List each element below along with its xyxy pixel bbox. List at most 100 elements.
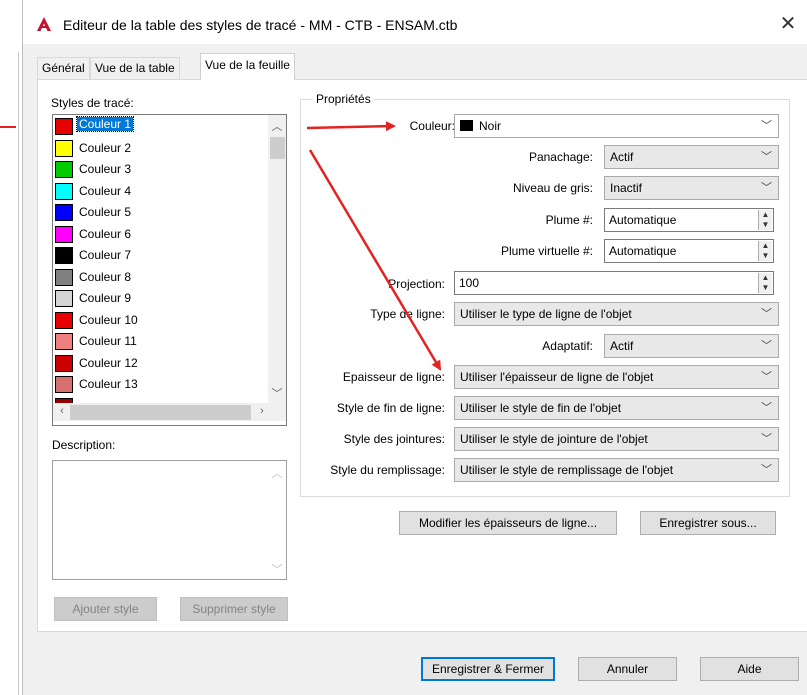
pen-number-spinner[interactable]: Automatique ▲ ▼ xyxy=(604,208,774,232)
color-swatch-icon xyxy=(55,161,73,178)
list-item-label: Couleur 10 xyxy=(79,312,138,327)
list-item[interactable]: Couleur 11 xyxy=(53,331,268,353)
fill-style-label: Style du remplissage: xyxy=(330,463,445,477)
description-scrollbar[interactable]: ︿ ﹀ xyxy=(268,461,286,579)
list-item-label: Couleur 11 xyxy=(79,334,137,348)
list-item-label: Couleur 7 xyxy=(79,248,132,262)
linetype-dropdown[interactable]: Utiliser le type de ligne de l'objet ﹀ xyxy=(454,302,779,326)
help-button[interactable]: Aide xyxy=(700,657,799,681)
chevron-down-icon[interactable]: ﹀ xyxy=(268,385,286,401)
list-item-label: Couleur 4 xyxy=(79,183,132,198)
description-textarea[interactable]: ︿ ﹀ xyxy=(52,460,287,580)
line-join-dropdown[interactable]: Utiliser le style de jointure de l'objet… xyxy=(454,427,779,451)
virtual-pen-label: Plume virtuelle #: xyxy=(500,244,593,258)
screening-spinner[interactable]: 100 ▲ ▼ xyxy=(454,271,774,295)
background-window-edge xyxy=(0,0,17,695)
pen-number-value: Automatique xyxy=(609,213,677,227)
chevron-left-icon[interactable]: ‹ xyxy=(53,405,71,417)
list-item-label: Couleur 2 xyxy=(79,140,132,155)
grayscale-value: Inactif xyxy=(610,181,643,195)
save-and-close-button[interactable]: Enregistrer & Fermer xyxy=(421,657,555,681)
list-item[interactable]: Couleur 8 xyxy=(53,267,268,289)
color-swatch-icon xyxy=(55,225,73,243)
save-as-button[interactable]: Enregistrer sous... xyxy=(640,511,776,535)
list-item[interactable]: Couleur 13 xyxy=(53,374,268,396)
line-end-value: Utiliser le style de fin de l'objet xyxy=(460,401,622,415)
chevron-down-icon: ﹀ xyxy=(761,120,772,132)
color-swatch-icon xyxy=(55,333,73,350)
chevron-down-icon: ﹀ xyxy=(761,340,772,352)
list-item[interactable]: Couleur 12 xyxy=(53,353,268,375)
grayscale-dropdown[interactable]: Inactif ﹀ xyxy=(604,176,779,200)
cancel-button[interactable]: Annuler xyxy=(578,657,677,681)
tab-table-view[interactable]: Vue de la table xyxy=(90,57,180,79)
edit-lineweights-button[interactable]: Modifier les épaisseurs de ligne... xyxy=(399,511,617,535)
window-title: Editeur de la table des styles de tracé … xyxy=(63,17,458,33)
list-vertical-scrollbar[interactable]: ︿ ﹀ xyxy=(268,115,286,403)
list-item[interactable]: Couleur 4 xyxy=(53,181,268,203)
list-item[interactable]: Couleur 2 xyxy=(53,138,268,160)
chevron-down-icon: ﹀ xyxy=(761,464,772,476)
chevron-up-icon[interactable]: ︿ xyxy=(268,465,286,481)
list-item[interactable]: Couleur 5 xyxy=(53,202,268,224)
color-swatch-icon xyxy=(55,182,73,200)
list-item[interactable]: Couleur 10 xyxy=(53,310,268,332)
virtual-pen-spinner[interactable]: Automatique ▲ ▼ xyxy=(604,239,774,263)
close-icon[interactable]: ✕ xyxy=(775,11,801,37)
color-dropdown[interactable]: Noir ﹀ xyxy=(454,114,779,138)
lineweight-dropdown[interactable]: Utiliser l'épaisseur de ligne de l'objet… xyxy=(454,365,779,389)
tab-general[interactable]: Général xyxy=(37,57,90,79)
annotation-arrow-left xyxy=(0,126,16,128)
fill-style-dropdown[interactable]: Utiliser le style de remplissage de l'ob… xyxy=(454,458,779,482)
description-label: Description: xyxy=(52,438,116,452)
list-item[interactable]: Couleur 1 xyxy=(53,116,268,138)
plot-styles-rows: Couleur 1 Couleur 2 Couleur 3 Couleur 4 Coul… xyxy=(53,116,268,417)
color-swatch-icon xyxy=(55,118,73,135)
color-value: Noir xyxy=(479,119,502,133)
spinner-arrows-icon[interactable]: ▲ ▼ xyxy=(758,210,772,230)
color-swatch-icon xyxy=(55,268,73,286)
list-horizontal-scrollbar[interactable]: ‹ › xyxy=(53,403,286,421)
chevron-down-icon: ﹀ xyxy=(761,402,772,414)
chevron-down-icon[interactable]: ﹀ xyxy=(268,561,286,577)
add-style-button[interactable]: Ajouter style xyxy=(54,597,157,621)
background-divider xyxy=(18,52,19,695)
tab-form-view[interactable]: Vue de la feuille xyxy=(200,53,295,80)
plot-style-editor-dialog: Editeur de la table des styles de tracé … xyxy=(22,0,807,695)
delete-style-button[interactable]: Supprimer style xyxy=(180,597,288,621)
title-bar[interactable]: Editeur de la table des styles de tracé … xyxy=(23,0,807,44)
adaptive-dropdown[interactable]: Actif ﹀ xyxy=(604,334,779,358)
grayscale-label: Niveau de gris: xyxy=(512,181,593,195)
line-end-dropdown[interactable]: Utiliser le style de fin de l'objet ﹀ xyxy=(454,396,779,420)
chevron-down-icon: ﹀ xyxy=(761,433,772,445)
plot-styles-list[interactable]: Couleur 1 Couleur 2 Couleur 3 Couleur 4 Coul… xyxy=(52,114,287,426)
spinner-arrows-icon[interactable]: ▲ ▼ xyxy=(758,273,772,293)
list-item-label: Couleur 8 xyxy=(79,269,132,284)
scrollbar-thumb[interactable] xyxy=(270,137,285,159)
color-swatch-icon xyxy=(460,120,473,131)
color-swatch-icon xyxy=(55,376,73,393)
color-swatch-icon xyxy=(55,204,73,221)
linetype-value: Utiliser le type de ligne de l'objet xyxy=(460,307,632,321)
list-item[interactable]: Couleur 3 xyxy=(53,159,268,181)
chevron-up-icon[interactable]: ︿ xyxy=(268,118,286,134)
properties-legend: Propriétés xyxy=(313,92,374,106)
spinner-arrows-icon[interactable]: ▲ ▼ xyxy=(758,241,772,261)
list-item[interactable]: Couleur 9 xyxy=(53,288,268,310)
line-end-label: Style de fin de ligne: xyxy=(336,401,445,415)
chevron-down-icon: ﹀ xyxy=(761,371,772,383)
linetype-label: Type de ligne: xyxy=(370,307,445,321)
chevron-right-icon[interactable]: › xyxy=(253,405,271,417)
chevron-down-icon: ﹀ xyxy=(761,182,772,194)
list-item[interactable]: Couleur 7 xyxy=(53,245,268,267)
scrollbar-thumb[interactable] xyxy=(70,405,251,420)
plot-styles-label: Styles de tracé: xyxy=(51,96,134,110)
color-swatch-icon xyxy=(55,290,73,307)
screening-value: 100 xyxy=(459,276,480,290)
list-item[interactable]: Couleur 6 xyxy=(53,224,268,246)
dithering-dropdown[interactable]: Actif ﹀ xyxy=(604,145,779,169)
list-item-label: Couleur 13 xyxy=(79,377,138,391)
color-swatch-icon xyxy=(55,247,73,264)
lineweight-label: Epaisseur de ligne: xyxy=(342,370,445,384)
color-label: Couleur: xyxy=(409,119,455,133)
